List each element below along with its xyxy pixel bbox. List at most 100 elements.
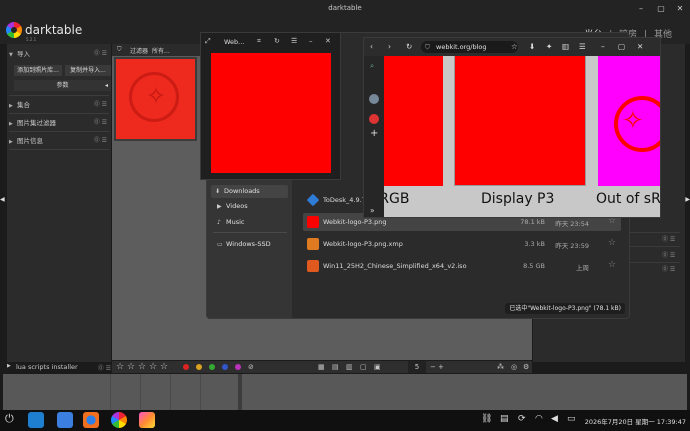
file-manager-icon[interactable] <box>57 412 73 428</box>
sidebar-item-music[interactable]: ♪ Music <box>217 218 245 226</box>
url-bar[interactable]: ⛉ webkit.org/blog <box>421 41 518 53</box>
filmstrip-cell[interactable] <box>111 374 141 410</box>
filmstrip-cell[interactable] <box>141 374 171 410</box>
menu-icon[interactable]: ☰ <box>579 42 586 51</box>
zoom-minus-button[interactable]: − <box>430 361 436 373</box>
collapse-left-icon[interactable]: ◀ <box>0 196 5 203</box>
image-info-module-header[interactable]: ▶ 图片信息 ⓪ ☰ <box>9 135 109 146</box>
search-icon[interactable]: ⌕ <box>370 61 374 71</box>
maximize-icon[interactable]: ▢ <box>656 4 666 14</box>
link-icon[interactable]: ⛓ <box>481 414 492 424</box>
zoomable-layout-icon[interactable]: ▤ <box>332 361 339 373</box>
purple-label-icon[interactable] <box>235 364 241 370</box>
parameters-button[interactable]: 参数 ◂ <box>14 80 111 91</box>
battery-icon[interactable]: ▭ <box>567 414 576 424</box>
zoom-plus-button[interactable]: + <box>438 361 444 373</box>
red-label-icon[interactable] <box>183 364 189 370</box>
maximize-icon[interactable]: ▢ <box>618 42 625 51</box>
star-1-icon[interactable]: ☆ <box>116 361 124 373</box>
star-icon[interactable]: ☆ <box>608 260 616 270</box>
downloads-icon[interactable]: ⬇ <box>529 42 535 51</box>
fullscreen-icon[interactable]: ⤢ <box>205 37 211 46</box>
vscode-icon[interactable] <box>28 412 44 428</box>
collapse-right-icon[interactable]: ▶ <box>685 196 690 203</box>
star-4-icon[interactable]: ☆ <box>149 361 157 373</box>
copy-import-button[interactable]: 复制并导入... <box>65 65 111 76</box>
star-2-icon[interactable]: ☆ <box>127 361 135 373</box>
lua-installer-module[interactable]: ▶ lua scripts installer ⓪ ☰ <box>7 361 111 372</box>
firefox-icon[interactable] <box>83 412 99 428</box>
preview-layout-icon[interactable]: ▢ <box>360 361 367 373</box>
filter-icon: ⛉ <box>117 46 122 53</box>
start-menu-icon[interactable]: ⏻ <box>5 412 14 426</box>
import-module-header[interactable]: ▼ 导入 ⓪ ☰ <box>9 48 109 59</box>
thumbnail-webkit-logo[interactable]: ✧ <box>114 57 197 141</box>
module-icons[interactable]: ⓪ ☰ <box>94 99 107 108</box>
module-icons[interactable]: ⓪ ☰ <box>94 135 107 144</box>
expand-sidebar-icon[interactable]: » <box>370 206 375 215</box>
webpage-content[interactable]: ✧ sRGB Display P3 Out of sRGB <box>384 56 660 217</box>
file-row[interactable]: Win11_25H2_Chinese_Simplified_x64_v2.iso… <box>303 257 621 275</box>
close-icon[interactable]: ✕ <box>675 4 685 14</box>
sidebar-item-downloads[interactable]: ⬇ Downloads <box>211 185 288 198</box>
filmstrip-cell[interactable] <box>171 374 201 410</box>
volume-icon[interactable]: ◀ <box>551 414 558 424</box>
darktable-taskbar-icon[interactable] <box>111 412 127 428</box>
blue-label-icon[interactable] <box>222 364 228 370</box>
wifi-icon[interactable]: ◠ <box>535 414 543 424</box>
minimize-icon[interactable]: – <box>636 4 646 14</box>
compass-icon: ✧ <box>622 106 644 136</box>
compare-layout-icon[interactable]: ▣ <box>374 361 381 373</box>
star-icon[interactable]: ☆ <box>608 238 616 248</box>
extensions-icon[interactable]: ✦ <box>546 42 552 51</box>
file-row[interactable]: Webkit-logo-P3.png.xmp 3.3 kB 昨天 23:59 ☆ <box>303 235 621 253</box>
focus-peaking-icon[interactable]: ⁂ <box>497 361 504 373</box>
star-5-icon[interactable]: ☆ <box>160 361 168 373</box>
zoom-input[interactable]: 5 <box>408 361 426 373</box>
reject-icon[interactable]: ⊘ <box>248 361 254 373</box>
yellow-label-icon[interactable] <box>196 364 202 370</box>
add-icon[interactable]: + <box>370 128 378 139</box>
green-label-icon[interactable] <box>209 364 215 370</box>
forward-icon[interactable]: › <box>388 42 391 51</box>
module-icons[interactable]: ⓪ ☰ <box>662 234 675 243</box>
minimize-icon[interactable]: – <box>309 37 313 45</box>
update-icon[interactable]: ⟳ <box>518 414 526 424</box>
collections-module-header[interactable]: ▶ 集合 ⓪ ☰ <box>9 99 109 110</box>
add-to-library-button[interactable]: 添加到照片库... <box>14 65 62 76</box>
clipboard-icon[interactable]: ▤ <box>500 414 509 424</box>
back-icon[interactable]: ‹ <box>370 42 373 51</box>
sidebar-item-videos[interactable]: ▶ Videos <box>217 202 248 210</box>
rotate-icon[interactable]: ↻ <box>274 37 280 45</box>
filter-dropdown[interactable]: 所有... <box>152 46 170 55</box>
sidebar-toggle-icon[interactable]: ▥ <box>562 42 569 51</box>
menu-icon[interactable]: ☰ <box>291 37 297 45</box>
site-icon[interactable] <box>369 114 379 124</box>
site-icon[interactable] <box>369 94 379 104</box>
culling-layout-icon[interactable]: ▥ <box>346 361 353 373</box>
module-icons[interactable]: ⓪ ☰ <box>94 48 107 57</box>
sidebar-label: Downloads <box>224 187 260 195</box>
filmstrip-cell[interactable] <box>201 374 242 410</box>
star-3-icon[interactable]: ☆ <box>138 361 146 373</box>
bookmark-star-icon[interactable]: ☆ <box>511 42 518 51</box>
module-icons[interactable]: ⓪ ☰ <box>662 264 675 273</box>
filemanager-layout-icon[interactable]: ▦ <box>318 361 325 373</box>
filmstrip[interactable] <box>3 374 687 410</box>
collection-filters-module-header[interactable]: ▶ 图片集过滤器 ⓪ ☰ <box>9 117 109 128</box>
close-icon[interactable]: ✕ <box>325 37 331 45</box>
crop-icon[interactable]: ⌗ <box>257 37 261 46</box>
sidebar-item-windows-ssd[interactable]: ▭ Windows-SSD <box>217 240 271 248</box>
module-icons[interactable]: ⓪ ☰ <box>662 250 675 259</box>
close-icon[interactable]: ✕ <box>637 42 643 51</box>
taskbar-clock[interactable]: 2026年7月20日 星期一 17:39:47 <box>585 416 686 426</box>
sidebar-label: Windows-SSD <box>226 240 271 248</box>
module-icons[interactable]: ⓪ ☰ <box>98 363 111 372</box>
image-viewer-taskbar-icon[interactable] <box>139 412 155 428</box>
color-assessment-icon[interactable]: ◎ <box>511 361 517 373</box>
module-icons[interactable]: ⓪ ☰ <box>94 117 107 126</box>
minimize-icon[interactable]: – <box>601 42 605 51</box>
settings-gear-icon[interactable]: ⚙ <box>523 361 529 373</box>
reload-icon[interactable]: ↻ <box>406 42 412 51</box>
filmstrip-cell[interactable] <box>3 374 111 410</box>
